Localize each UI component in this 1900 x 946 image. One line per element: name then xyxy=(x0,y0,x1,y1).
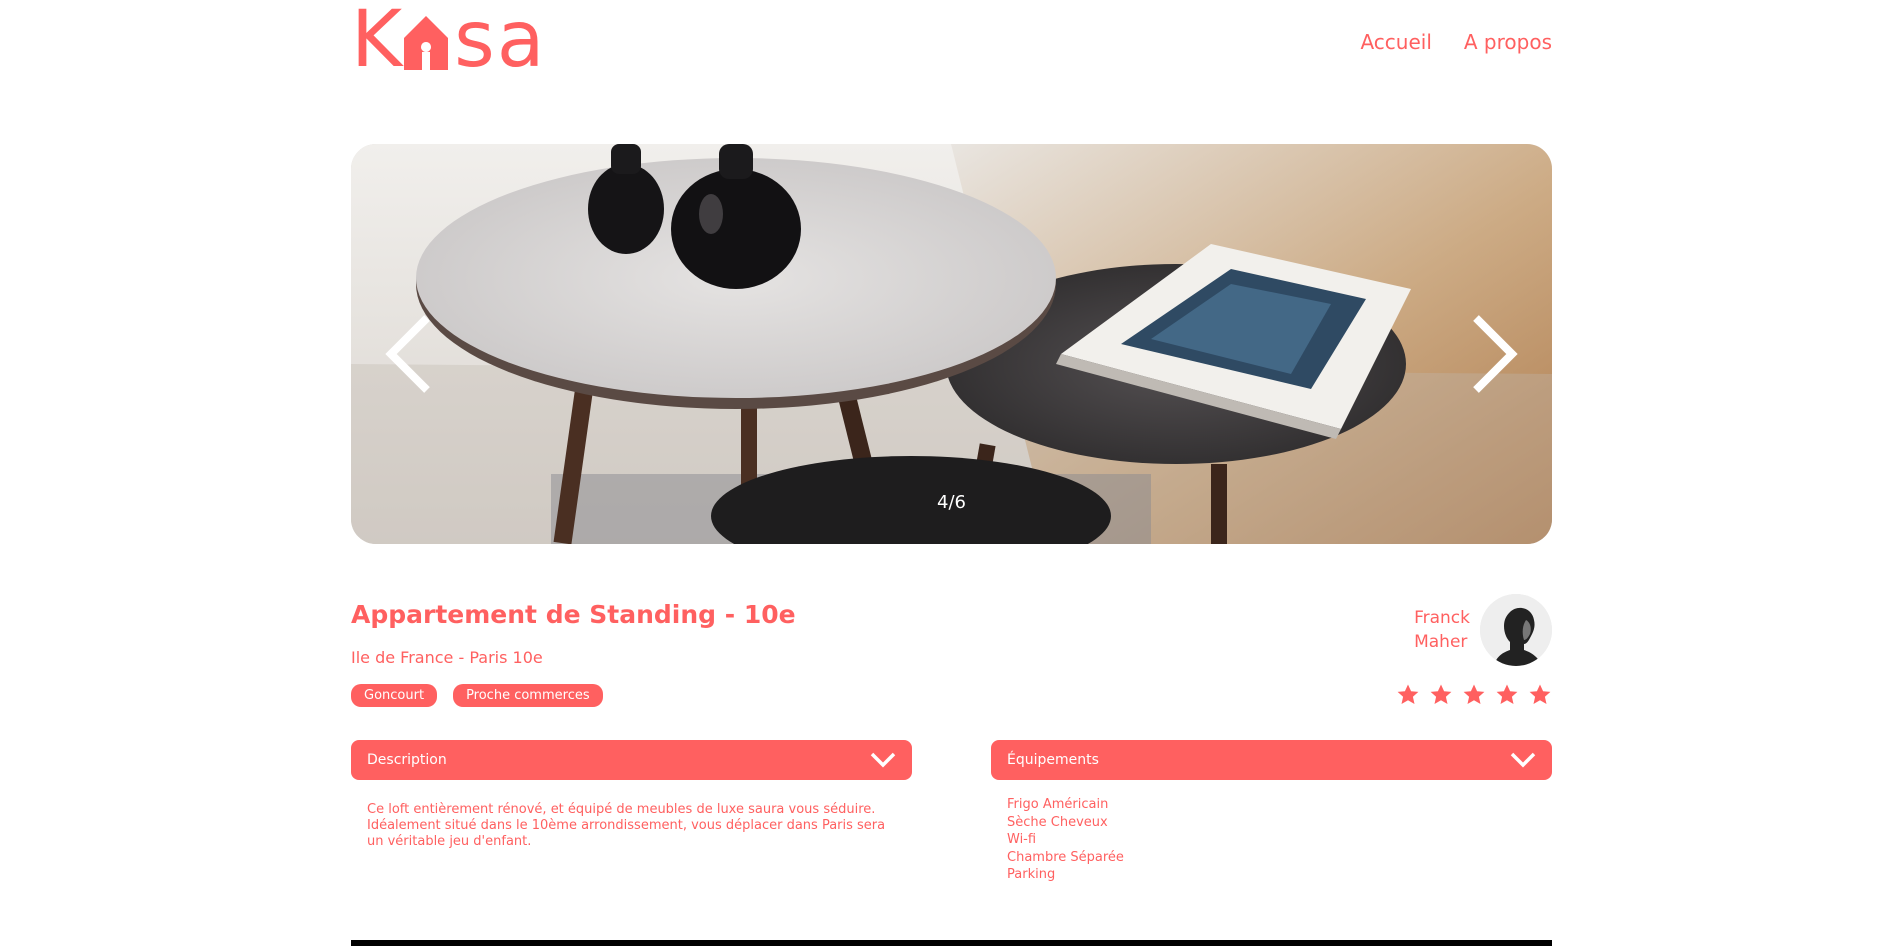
description-toggle[interactable]: Description xyxy=(351,740,912,780)
tag-list: Goncourt Proche commerces xyxy=(351,684,603,707)
image-carousel: 4/6 xyxy=(351,144,1552,544)
listing-title: Appartement de Standing - 10e xyxy=(351,600,796,629)
equipment-item: Parking xyxy=(1007,867,1056,882)
host-info: Franck Maher xyxy=(1414,594,1552,666)
carousel-prev-button[interactable] xyxy=(381,314,441,394)
tag: Goncourt xyxy=(351,684,438,707)
nav-link-accueil[interactable]: Accueil xyxy=(1360,30,1431,54)
header: K sa Accueil A propos xyxy=(351,0,1552,90)
carousel-next-button[interactable] xyxy=(1462,314,1522,394)
listing-photo xyxy=(351,144,1552,544)
footer-bar xyxy=(351,940,1552,946)
host-portrait xyxy=(1480,594,1552,666)
host-avatar xyxy=(1480,594,1552,666)
star-icon xyxy=(1397,684,1419,704)
host-name: Franck Maher xyxy=(1414,606,1470,654)
equipment-item: Frigo Américain xyxy=(1007,797,1109,812)
page-container: K sa Accueil A propos 4/6 Appartement de… xyxy=(351,0,1552,946)
rating-stars xyxy=(1396,683,1552,707)
equipments-label: Équipements xyxy=(1007,752,1099,768)
equipment-item: Wi-fi xyxy=(1007,832,1037,847)
equipment-item: Chambre Séparée xyxy=(1007,849,1124,865)
host-last-name: Maher xyxy=(1414,632,1468,652)
equipment-item: Sèche Cheveux xyxy=(1007,814,1108,830)
star-icon xyxy=(1430,684,1452,704)
chevron-down-icon xyxy=(1510,752,1536,768)
equipments-toggle[interactable]: Équipements xyxy=(991,740,1552,780)
description-collapse: Description Ce loft entièrement rénové, … xyxy=(351,740,912,850)
logo-letters-sa: sa xyxy=(454,0,547,85)
equipments-collapse: Équipements Frigo Américain Sèche Cheveu… xyxy=(991,740,1552,884)
kasa-logo[interactable]: K sa xyxy=(351,0,566,85)
house-icon xyxy=(404,16,449,70)
star-icon xyxy=(1496,684,1518,704)
chevron-down-icon xyxy=(870,752,896,768)
logo-letter-k: K xyxy=(351,0,405,85)
nav-link-a-propos[interactable]: A propos xyxy=(1464,30,1552,54)
carousel-counter: 4/6 xyxy=(937,492,966,513)
equipments-list: Frigo Américain Sèche Cheveux Wi-fi Cham… xyxy=(991,780,1552,884)
description-text: Ce loft entièrement rénové, et équipé de… xyxy=(367,802,886,849)
star-icon xyxy=(1529,684,1551,704)
main-nav: Accueil A propos xyxy=(1360,30,1552,54)
tag: Proche commerces xyxy=(453,684,603,707)
host-first-name: Franck xyxy=(1414,608,1470,628)
star-icon xyxy=(1463,684,1485,704)
listing-location: Ile de France - Paris 10e xyxy=(351,648,543,667)
description-label: Description xyxy=(367,752,447,768)
